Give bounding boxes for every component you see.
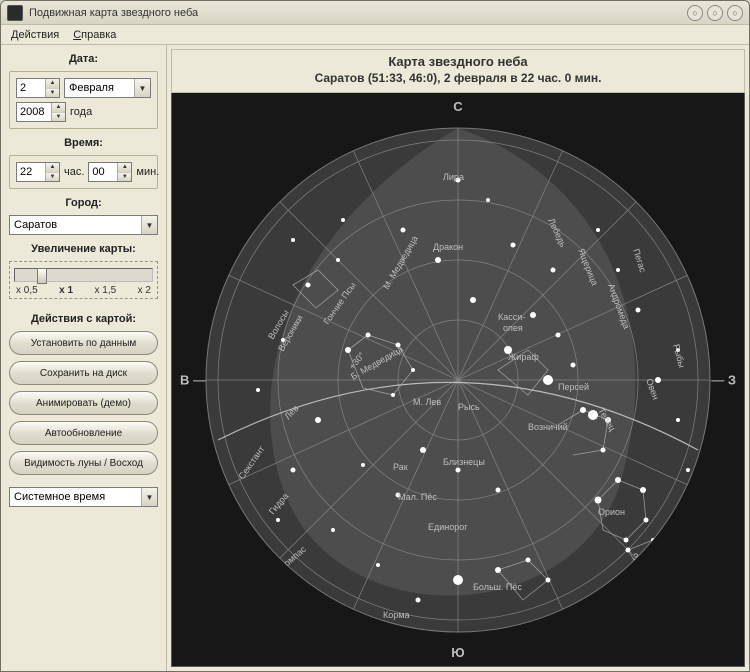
hour-suffix: час. <box>64 166 84 178</box>
menu-actions[interactable]: Действия <box>11 29 59 41</box>
cardinal-north: С <box>453 99 462 114</box>
time-source-value: Системное время <box>10 491 141 503</box>
chevron-down-icon[interactable]: ▼ <box>134 79 150 97</box>
svg-text:Возничий: Возничий <box>528 422 568 432</box>
svg-text:Единорог: Единорог <box>428 522 468 532</box>
svg-text:Близнецы: Близнецы <box>443 457 485 467</box>
hour-down[interactable]: ▼ <box>46 173 59 182</box>
minute-input[interactable] <box>89 163 117 181</box>
window-title: Подвижная карта звездного неба <box>29 7 687 19</box>
hour-input[interactable] <box>17 163 45 181</box>
city-label: Город: <box>9 197 158 209</box>
minimize-button[interactable]: ○ <box>687 5 703 21</box>
svg-text:Рысь: Рысь <box>458 402 480 412</box>
save-to-disk-button[interactable]: Сохранить на диск <box>9 361 158 385</box>
cardinal-south: Ю <box>451 645 464 660</box>
window-buttons: ○ ○ ○ <box>687 5 743 21</box>
map-subtitle: Саратов (51:33, 46:0), 2 февраля в 22 ча… <box>172 71 744 87</box>
menubar: Действия Справка <box>1 25 749 45</box>
zoom-slider[interactable] <box>14 268 153 282</box>
map-area: Карта звездного неба Саратов (51:33, 46:… <box>167 45 749 671</box>
app-icon <box>7 5 23 21</box>
year-suffix: года <box>70 106 92 118</box>
month-value: Февраля <box>65 82 134 94</box>
day-spinner[interactable]: ▲▼ <box>16 78 60 98</box>
svg-text:Заяц: Заяц <box>633 552 653 562</box>
time-label: Время: <box>9 137 158 149</box>
city-value: Саратов <box>10 219 141 231</box>
moon-sunrise-button[interactable]: Видимость луны / Восход <box>9 451 158 475</box>
svg-text:Мал. Пёс: Мал. Пёс <box>398 492 437 502</box>
hour-spinner[interactable]: ▲▼ <box>16 162 60 182</box>
zoom-tick-3: x 2 <box>138 285 151 296</box>
month-combo[interactable]: Февраля ▼ <box>64 78 151 98</box>
map-header: Карта звездного неба Саратов (51:33, 46:… <box>171 49 745 93</box>
svg-text:Касси-: Касси- <box>498 312 525 322</box>
year-input[interactable] <box>17 103 51 121</box>
svg-text:Персей: Персей <box>558 382 589 392</box>
app-body: Дата: ▲▼ Февраля ▼ ▲▼ <box>1 45 749 671</box>
auto-update-button[interactable]: Автообновление <box>9 421 158 445</box>
date-label: Дата: <box>9 53 158 65</box>
day-up[interactable]: ▲ <box>46 79 59 89</box>
map-canvas[interactable]: С Ю В — — З <box>171 93 745 667</box>
minute-up[interactable]: ▲ <box>118 163 131 173</box>
titlebar: Подвижная карта звездного неба ○ ○ ○ <box>1 1 749 25</box>
zoom-label: Увеличение карты: <box>9 243 158 255</box>
svg-text:Дракон: Дракон <box>433 242 463 252</box>
app-window: Подвижная карта звездного неба ○ ○ ○ Дей… <box>0 0 750 672</box>
svg-text:Лира: Лира <box>443 172 464 182</box>
city-combo[interactable]: Саратов ▼ <box>9 215 158 235</box>
map-title: Карта звездного неба <box>172 54 744 71</box>
zoom-tick-1: x 1 <box>59 285 73 296</box>
sidebar: Дата: ▲▼ Февраля ▼ ▲▼ <box>1 45 167 671</box>
year-up[interactable]: ▲ <box>52 103 65 113</box>
year-spinner[interactable]: ▲▼ <box>16 102 66 122</box>
hour-up[interactable]: ▲ <box>46 163 59 173</box>
zoom-thumb[interactable] <box>37 268 47 284</box>
chevron-down-icon[interactable]: ▼ <box>141 488 157 506</box>
chevron-down-icon[interactable]: ▼ <box>141 216 157 234</box>
zoom-slider-panel: x 0,5 x 1 x 1,5 x 2 <box>9 261 158 299</box>
actions-label: Действия с картой: <box>9 313 158 325</box>
day-input[interactable] <box>17 79 45 97</box>
close-button[interactable]: ○ <box>727 5 743 21</box>
time-source-combo[interactable]: Системное время ▼ <box>9 487 158 507</box>
minute-suffix: мин. <box>136 166 159 178</box>
minute-spinner[interactable]: ▲▼ <box>88 162 132 182</box>
svg-text:Орион: Орион <box>598 507 625 517</box>
menu-help[interactable]: Справка <box>73 29 116 41</box>
zoom-tick-0: x 0,5 <box>16 285 38 296</box>
date-panel: ▲▼ Февраля ▼ ▲▼ года <box>9 71 158 129</box>
svg-text:Жираф: Жираф <box>508 352 539 362</box>
svg-text:Эридан: Эридан <box>674 517 694 550</box>
sky-chart: Лира Дракон М. Медведица Касси-опея Жира… <box>198 120 718 640</box>
svg-text:Корма: Корма <box>383 610 409 620</box>
actions-panel: Установить по данным Сохранить на диск А… <box>9 331 158 481</box>
svg-text:Рак: Рак <box>393 462 408 472</box>
day-down[interactable]: ▼ <box>46 89 59 98</box>
animate-demo-button[interactable]: Анимировать (демо) <box>9 391 158 415</box>
zoom-tick-2: x 1,5 <box>95 285 117 296</box>
svg-text:М. Лев: М. Лев <box>413 397 441 407</box>
maximize-button[interactable]: ○ <box>707 5 723 21</box>
svg-text:Больш. Пёс: Больш. Пёс <box>473 582 522 592</box>
set-by-data-button[interactable]: Установить по данным <box>9 331 158 355</box>
svg-text:опея: опея <box>503 323 523 333</box>
year-down[interactable]: ▼ <box>52 113 65 122</box>
minute-down[interactable]: ▼ <box>118 173 131 182</box>
zoom-ticks: x 0,5 x 1 x 1,5 x 2 <box>14 285 153 296</box>
time-panel: ▲▼ час. ▲▼ мин. <box>9 155 158 189</box>
